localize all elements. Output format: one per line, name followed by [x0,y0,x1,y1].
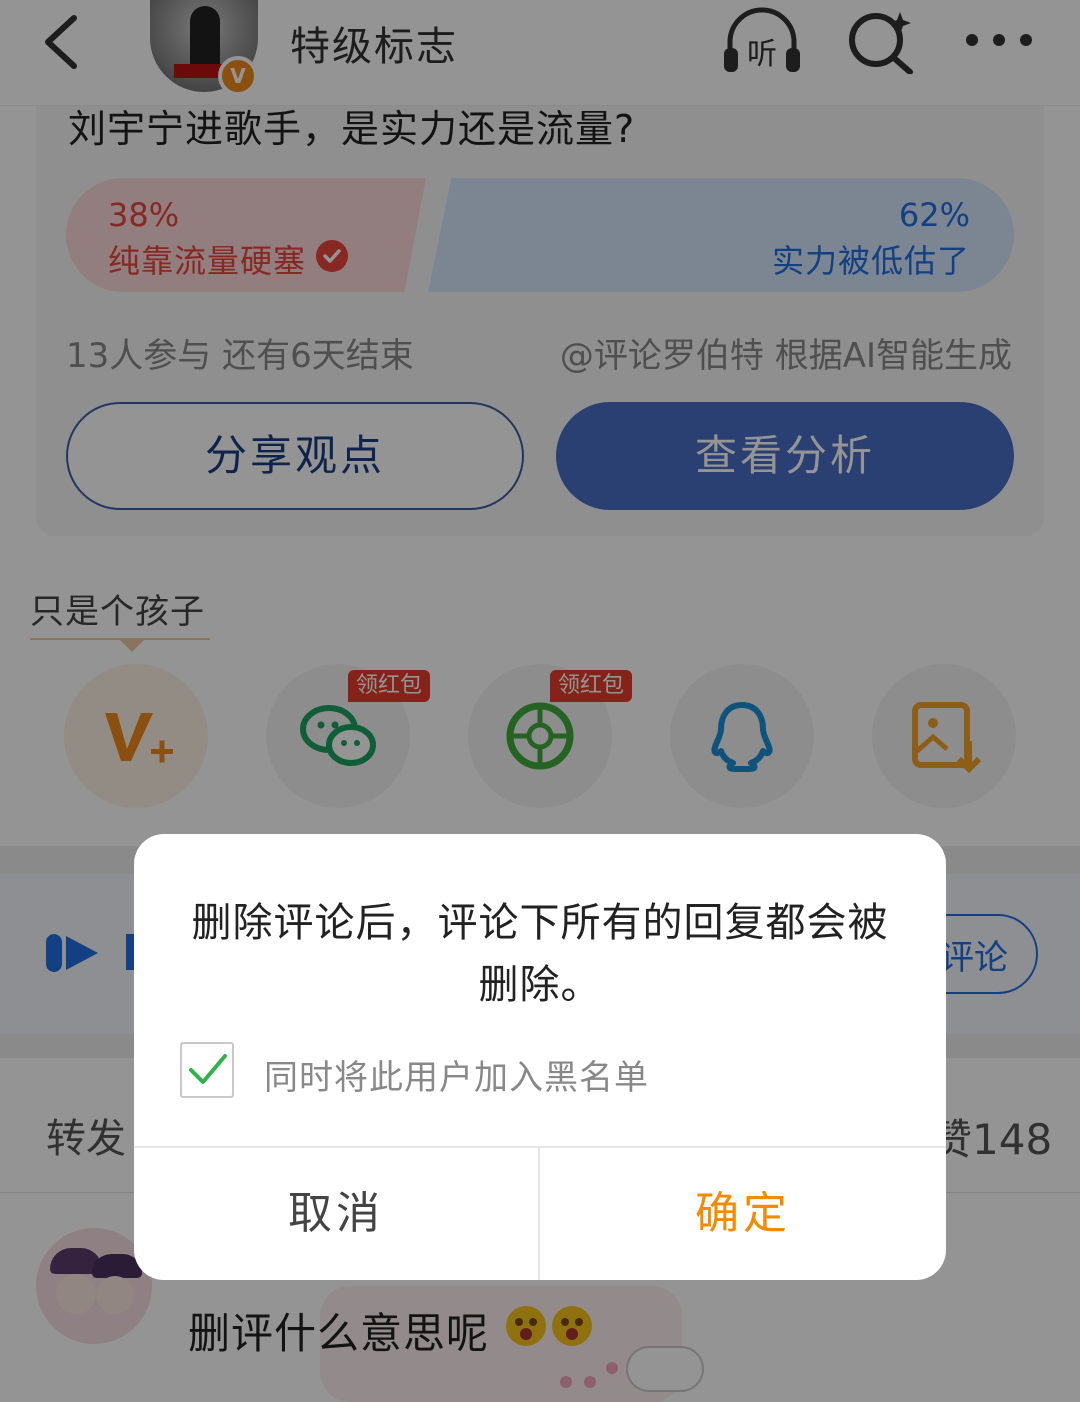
cancel-button[interactable]: 取消 [134,1148,538,1280]
delete-comment-dialog: 删除评论后，评论下所有的回复都会被删除。 同时将此用户加入黑名单 取消 确定 [134,834,946,1280]
checkmark-icon [189,1054,227,1084]
dialog-message: 删除评论后，评论下所有的回复都会被删除。 [191,900,889,1008]
confirm-button[interactable]: 确定 [540,1148,946,1280]
blacklist-checkbox-label[interactable]: 同时将此用户加入黑名单 [264,1050,649,1099]
blacklist-checkbox[interactable] [180,1042,234,1098]
